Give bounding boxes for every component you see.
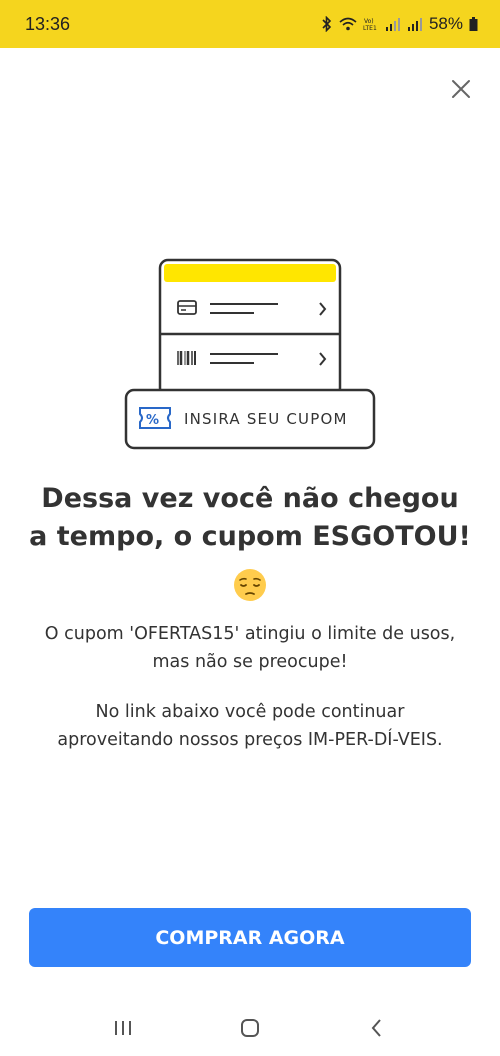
title-line-2: a tempo, o cupom ESGOTOU! bbox=[29, 521, 471, 552]
limit-message-line-2: mas não se preocupe! bbox=[152, 652, 348, 672]
bluetooth-icon bbox=[321, 16, 333, 32]
limit-message-line-1: O cupom 'OFERTAS15' atingiu o limite de … bbox=[44, 624, 456, 644]
svg-text:Vo): Vo) bbox=[364, 18, 374, 25]
continue-message: No link abaixo você pode continuar aprov… bbox=[20, 698, 480, 754]
continue-message-line-2: aproveitando nossos preços IM-PER-DÍ-VEI… bbox=[57, 730, 443, 750]
limit-message: O cupom 'OFERTAS15' atingiu o limite de … bbox=[20, 620, 480, 676]
coupon-illustration: % INSIRA SEU CUPOM bbox=[124, 258, 376, 452]
signal-icon bbox=[385, 17, 401, 31]
svg-text:LTE1: LTE1 bbox=[363, 25, 377, 32]
battery-percent: 58% bbox=[428, 14, 463, 33]
back-button[interactable] bbox=[357, 1008, 397, 1048]
battery-icon bbox=[469, 17, 478, 31]
continue-message-line-1: No link abaixo você pode continuar bbox=[95, 702, 405, 722]
buy-now-button[interactable]: COMPRAR AGORA bbox=[29, 908, 471, 967]
wifi-icon bbox=[339, 17, 357, 31]
back-icon bbox=[371, 1019, 381, 1037]
close-icon bbox=[452, 80, 470, 98]
title-line-1: Dessa vez você não chegou bbox=[41, 483, 459, 514]
status-icons: Vo) LTE1 58% bbox=[321, 14, 478, 34]
home-button[interactable] bbox=[230, 1008, 270, 1048]
pensive-face-icon bbox=[232, 567, 268, 603]
status-time: 13:36 bbox=[25, 13, 71, 34]
recent-apps-button[interactable] bbox=[103, 1008, 143, 1048]
navigation-bar bbox=[0, 1000, 500, 1056]
close-button[interactable] bbox=[450, 78, 472, 100]
page-title: Dessa vez você não chegou a tempo, o cup… bbox=[20, 480, 480, 556]
coupon-label: INSIRA SEU CUPOM bbox=[184, 410, 348, 428]
home-icon bbox=[240, 1019, 259, 1037]
status-bar: 13:36 Vo) LTE1 58% bbox=[0, 0, 500, 48]
recent-apps-icon bbox=[115, 1021, 132, 1035]
volte-icon: Vo) LTE1 bbox=[363, 16, 379, 32]
signal-icon-2 bbox=[407, 17, 423, 31]
svg-text:%: % bbox=[146, 413, 159, 428]
